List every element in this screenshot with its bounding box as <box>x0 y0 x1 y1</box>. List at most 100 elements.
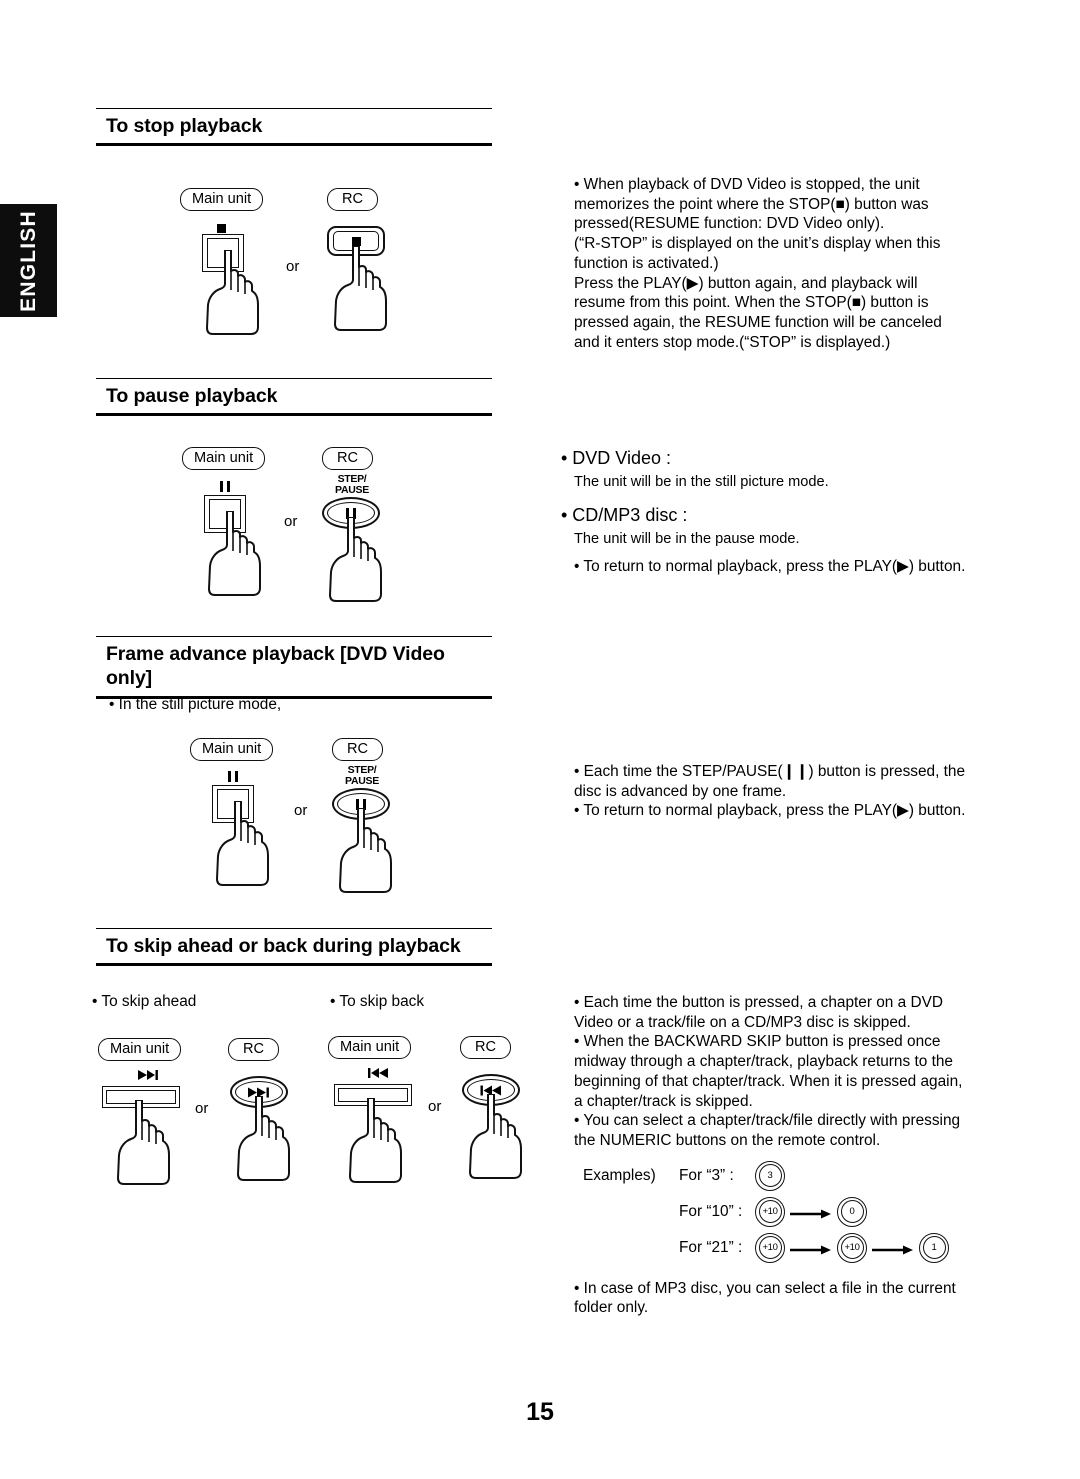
forward-skip-icon <box>138 1070 158 1080</box>
diagram-skip-back-main-unit: Main unit <box>328 1036 412 1183</box>
heading-text: To skip ahead or back during playback <box>106 935 461 957</box>
text-line: Video or a track/file on a CD/MP3 disc i… <box>574 1013 911 1031</box>
or-label-skip-ahead: or <box>195 1100 209 1117</box>
diagram-stop-main-unit: Main unit <box>180 188 264 335</box>
rc-tag: RC <box>322 447 374 471</box>
text-line: • CD/MP3 disc : <box>561 504 688 525</box>
language-tab-label: ENGLISH <box>16 209 40 312</box>
numeric-key-0[interactable]: 0 <box>837 1196 867 1227</box>
pointing-hand-icon <box>237 1096 290 1181</box>
pointing-hand-icon <box>216 801 269 886</box>
text-line: • You can select a chapter/track/file di… <box>574 1112 961 1130</box>
text-line: • Each time the STEP/PAUSE(❙❙) button is… <box>574 763 966 780</box>
text-block-stop: • When playback of DVD Video is stopped,… <box>561 175 1031 352</box>
text-line: the NUMERIC buttons on the remote contro… <box>574 1132 881 1150</box>
heading-text: To pause playback <box>106 385 278 407</box>
diagram-frame-advance-main-unit: Main unit <box>190 738 274 886</box>
rc-tag: RC <box>327 188 379 212</box>
text-line: • DVD Video : <box>561 448 672 468</box>
text-line: resume from this point. When the STOP(■)… <box>574 294 929 312</box>
text-line: folder only. <box>574 1299 649 1317</box>
heading-rule-bottom <box>96 963 492 967</box>
rc-tag: RC <box>228 1038 280 1062</box>
step-pause-label: STEP/ PAUSE <box>334 765 390 786</box>
rc-tag: RC <box>460 1036 512 1060</box>
main-unit-tag: Main unit <box>190 738 274 762</box>
pointing-hand-icon <box>206 250 259 335</box>
text-block-skip: • Each time the button is pressed, a cha… <box>561 993 1031 1318</box>
numeric-key-3[interactable]: 3 <box>755 1160 785 1191</box>
section-heading-pause: To pause playback <box>96 378 492 417</box>
text-line: pressed(RESUME function: DVD Video only)… <box>574 215 885 233</box>
pointing-hand-icon <box>469 1094 522 1179</box>
example-for-label: For “21” : <box>679 1238 743 1256</box>
text-block-skip-footer: • In case of MP3 disc, you can select a … <box>561 1279 1031 1318</box>
numeric-key-label: +10 <box>840 1236 864 1260</box>
text-line: (“R-STOP” is displayed on the unit’s dis… <box>574 235 941 253</box>
diagram-pause-rc: RC STEP/ PAUSE <box>322 447 382 602</box>
examples-block: Examples) For “3” : 3 For “10” : +10 0 F… <box>561 1160 1031 1263</box>
numeric-key-plus10[interactable]: +10 <box>755 1232 785 1263</box>
pointing-hand-icon <box>117 1100 170 1185</box>
text-block-frame-advance: • Each time the STEP/PAUSE(❙❙) button is… <box>561 762 1031 821</box>
numeric-key-label: +10 <box>758 1200 782 1224</box>
section-heading-frame-advance: Frame advance playback [DVD Video only] <box>96 636 492 699</box>
text-line: • In the still picture mode, <box>109 696 282 713</box>
step-pause-label-line2: PAUSE <box>335 483 369 496</box>
pointing-hand-icon <box>349 1098 402 1183</box>
arrow-right-icon <box>790 1206 832 1219</box>
numeric-key-label: 0 <box>840 1200 864 1224</box>
heading-rule-bottom <box>96 413 492 417</box>
text-line: memorizes the point where the STOP(■) bu… <box>574 195 929 213</box>
pointing-hand-icon <box>208 511 261 596</box>
step-pause-label: STEP/ PAUSE <box>324 474 380 495</box>
or-label-skip-back: or <box>428 1098 442 1115</box>
caption-skip-back: • To skip back <box>330 993 425 1010</box>
text-line: a chapter/track is skipped. <box>574 1092 753 1110</box>
text-line: The unit will be in the still picture mo… <box>574 474 829 491</box>
caption-skip-ahead: • To skip ahead <box>92 993 197 1010</box>
or-label-frame-advance: or <box>294 802 308 819</box>
language-tab: ENGLISH <box>0 204 57 317</box>
text-line: • In case of MP3 disc, you can select a … <box>574 1279 956 1297</box>
main-unit-tag: Main unit <box>182 447 266 471</box>
text-line: • To return to normal playback, press th… <box>574 558 966 576</box>
pointing-hand-icon <box>334 246 387 331</box>
diagram-pause-main-unit: Main unit <box>182 447 266 596</box>
numeric-key-label: 3 <box>758 1164 782 1188</box>
arrow-right-icon <box>790 1242 832 1255</box>
text-line: • To return to normal playback, press th… <box>574 802 966 820</box>
diagram-skip-ahead-main-unit: Main unit <box>98 1038 182 1185</box>
or-label-pause: or <box>284 513 298 530</box>
numeric-key-label: 1 <box>922 1236 946 1260</box>
example-for-label: For “10” : <box>679 1202 743 1220</box>
numeric-key-label: +10 <box>758 1236 782 1260</box>
section-heading-skip: To skip ahead or back during playback <box>96 928 492 967</box>
diagram-skip-ahead-rc: RC <box>228 1038 290 1181</box>
example-for-label: For “3” : <box>679 1166 734 1184</box>
step-pause-label-line2: PAUSE <box>345 774 379 787</box>
numeric-key-plus10[interactable]: +10 <box>837 1232 867 1263</box>
numeric-key-1[interactable]: 1 <box>919 1232 949 1263</box>
text-block-frame-advance-left: • In the still picture mode, <box>96 695 496 715</box>
text-block-pause: • DVD Video : The unit will be in the st… <box>561 447 1031 577</box>
example-row: For “21” : +10 +10 1 <box>583 1232 1031 1263</box>
examples-label: Examples) <box>583 1166 656 1184</box>
text-line: function is activated.) <box>574 254 719 272</box>
main-unit-tag: Main unit <box>98 1038 182 1062</box>
text-line: and it enters stop mode.(“STOP” is displ… <box>574 333 891 351</box>
example-row: Examples) For “3” : 3 <box>583 1160 1031 1191</box>
step-pause-label-line1: STEP/ <box>347 764 377 776</box>
text-line: The unit will be in the pause mode. <box>574 530 800 547</box>
backward-skip-icon <box>368 1068 388 1078</box>
text-line: • When the BACKWARD SKIP button is press… <box>574 1033 941 1051</box>
page-number: 15 <box>526 1398 554 1426</box>
section-heading-stop: To stop playback <box>96 108 492 147</box>
heading-text: To stop playback <box>106 115 263 137</box>
text-line: Press the PLAY(▶) button again, and play… <box>574 274 918 292</box>
numeric-key-plus10[interactable]: +10 <box>755 1196 785 1227</box>
diagram-stop-rc: RC <box>327 188 387 331</box>
heading-text: Frame advance playback [DVD Video only] <box>106 643 445 690</box>
diagram-skip-back-rc: RC <box>460 1036 522 1179</box>
main-unit-tag: Main unit <box>328 1036 412 1060</box>
